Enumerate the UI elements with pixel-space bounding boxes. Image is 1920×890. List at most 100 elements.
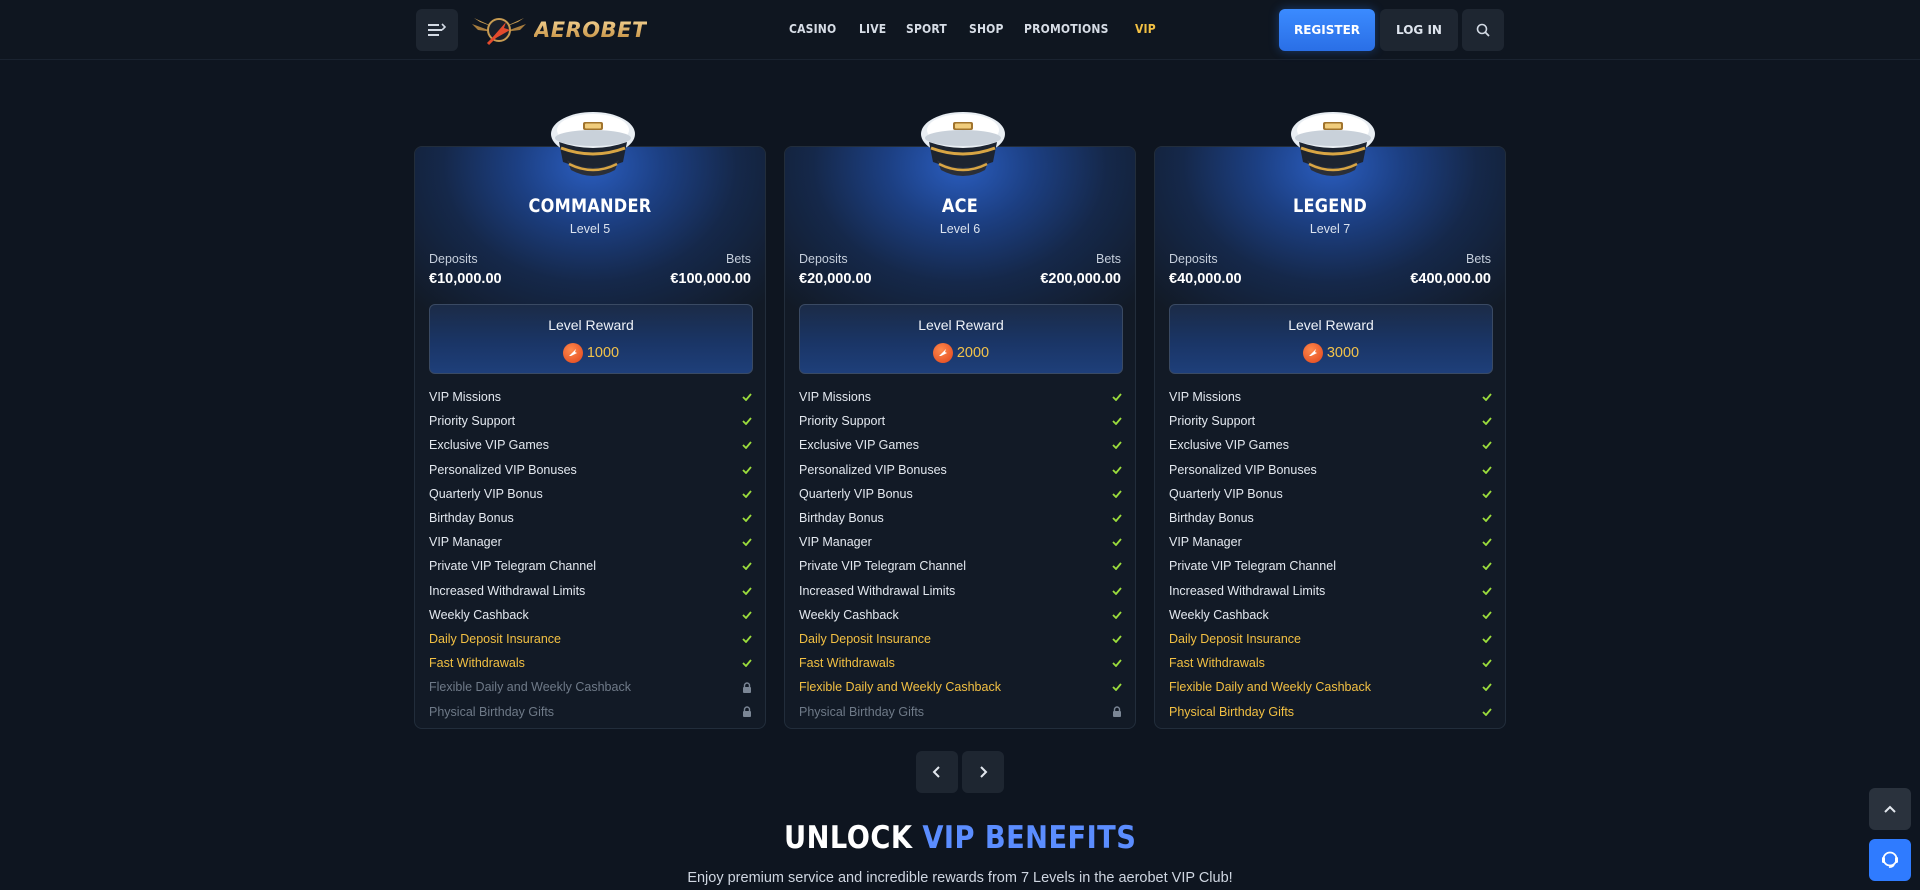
checkmark-icon xyxy=(1112,538,1122,547)
feature-label: VIP Missions xyxy=(429,390,502,405)
feature-label: Weekly Cashback xyxy=(429,607,529,622)
feature-label: VIP Manager xyxy=(429,535,502,550)
login-button[interactable]: LOG IN xyxy=(1380,9,1458,51)
tier-hat-image xyxy=(1285,104,1381,184)
feature-row: Priority Support xyxy=(799,409,1123,433)
feature-row: Birthday Bonus xyxy=(429,506,753,530)
feature-row: Private VIP Telegram Channel xyxy=(799,554,1123,578)
scroll-top-button[interactable] xyxy=(1869,788,1911,830)
live-chat-button[interactable] xyxy=(1869,839,1911,881)
feature-status xyxy=(1481,560,1493,572)
carousel-next-button[interactable] xyxy=(962,751,1004,793)
feature-label: Daily Deposit Insurance xyxy=(429,631,562,646)
tier-level: Level 5 xyxy=(569,222,611,236)
feature-status xyxy=(741,464,753,476)
vip-tier-card: COMMANDER Level 5 Deposits Bets €10,000.00 €1… xyxy=(414,146,766,729)
checkmark-icon xyxy=(1482,659,1492,668)
feature-status xyxy=(1481,415,1493,427)
lock-icon xyxy=(1113,706,1121,718)
level-reward-title: Level Reward xyxy=(918,317,1004,333)
feature-row: Exclusive VIP Games xyxy=(429,433,753,457)
nav-sport[interactable]: SPORT xyxy=(906,22,947,36)
checkmark-icon xyxy=(1112,417,1122,426)
feature-label: Weekly Cashback xyxy=(1169,607,1269,622)
feature-status xyxy=(1111,488,1123,500)
main-nav: CASINO LIVE SPORT SHOP PROMOTIONS VIP xyxy=(789,0,1158,58)
feature-status xyxy=(1481,488,1493,500)
feature-status xyxy=(1111,681,1123,693)
checkmark-icon xyxy=(742,441,752,450)
feature-label: Private VIP Telegram Channel xyxy=(1169,559,1336,574)
feature-row: Quarterly VIP Bonus xyxy=(429,482,753,506)
captain-hat-icon xyxy=(551,112,635,176)
feature-row: Flexible Daily and Weekly Cashback xyxy=(799,675,1123,699)
feature-row: Daily Deposit Insurance xyxy=(799,627,1123,651)
nav-live[interactable]: LIVE xyxy=(859,22,886,36)
lock-icon xyxy=(743,682,751,693)
feature-status xyxy=(741,609,753,621)
feature-status xyxy=(1111,609,1123,621)
tier-name: COMMANDER xyxy=(528,195,652,217)
checkmark-icon xyxy=(1112,441,1122,450)
reward-value: 1000 xyxy=(586,345,620,361)
lock-icon xyxy=(743,706,751,718)
deposits-value: €20,000.00 xyxy=(799,271,872,287)
feature-label: Daily Deposit Insurance xyxy=(799,631,932,646)
feature-row: Weekly Cashback xyxy=(1169,603,1493,627)
feature-status xyxy=(1481,439,1493,451)
menu-icon xyxy=(428,23,446,36)
nav-vip[interactable]: VIP xyxy=(1135,22,1156,36)
checkmark-icon xyxy=(1112,562,1122,571)
checkmark-icon xyxy=(742,417,752,426)
checkmark-icon xyxy=(1482,538,1492,547)
reward-value: 2000 xyxy=(956,345,990,361)
feature-label: Flexible Daily and Weekly Cashback xyxy=(429,680,631,695)
checkmark-icon xyxy=(1482,683,1492,692)
feature-row: Exclusive VIP Games xyxy=(1169,433,1493,457)
feature-status xyxy=(741,706,753,718)
checkmark-icon xyxy=(1482,635,1492,643)
search-button[interactable] xyxy=(1462,9,1504,51)
feature-label: VIP Manager xyxy=(1169,535,1242,550)
feature-row: Fast Withdrawals xyxy=(799,651,1123,675)
feature-status xyxy=(1111,512,1123,524)
feature-label: Exclusive VIP Games xyxy=(429,438,549,453)
logo-text: AEROBET xyxy=(534,18,647,42)
level-reward-amount: 3000 xyxy=(1170,343,1492,363)
reward-value: 3000 xyxy=(1326,345,1360,361)
feature-status xyxy=(1111,536,1123,548)
feature-label: Birthday Bonus xyxy=(799,511,884,526)
captain-hat-icon xyxy=(1291,112,1375,176)
feature-row: Daily Deposit Insurance xyxy=(1169,627,1493,651)
menu-button[interactable] xyxy=(416,9,458,51)
feature-status xyxy=(741,391,753,403)
feature-status xyxy=(1111,633,1123,645)
top-header: AEROBET CASINO LIVE SPORT SHOP PROMOTION… xyxy=(0,0,1920,60)
nav-promotions[interactable]: PROMOTIONS xyxy=(1024,22,1109,36)
tier-name: LEGEND xyxy=(1292,195,1368,217)
feature-label: Private VIP Telegram Channel xyxy=(799,559,966,574)
nav-casino[interactable]: CASINO xyxy=(789,22,836,36)
captain-hat-icon xyxy=(921,112,1005,176)
reward-coin-icon xyxy=(932,343,953,363)
checkmark-icon xyxy=(1482,514,1492,523)
checkmark-icon xyxy=(742,611,752,619)
level-reward-box: Level Reward 3000 xyxy=(1169,304,1493,374)
feature-label: Birthday Bonus xyxy=(1169,511,1254,526)
carousel-prev-button[interactable] xyxy=(916,751,958,793)
feature-label: VIP Missions xyxy=(799,390,872,405)
level-reward-amount: 1000 xyxy=(430,343,752,363)
feature-status xyxy=(1111,585,1123,597)
tier-name: ACE xyxy=(941,195,979,217)
feature-row: Flexible Daily and Weekly Cashback xyxy=(1169,675,1493,699)
feature-status xyxy=(1111,657,1123,669)
checkmark-icon xyxy=(742,659,752,668)
feature-status xyxy=(1481,609,1493,621)
register-button[interactable]: REGISTER xyxy=(1279,9,1375,51)
feature-row: Birthday Bonus xyxy=(799,506,1123,530)
nav-shop[interactable]: SHOP xyxy=(969,22,1004,36)
feature-list: VIP Missions Priority Support Exclusive VI… xyxy=(1169,385,1493,724)
aerobet-logo[interactable]: AEROBET xyxy=(470,8,647,52)
feature-status xyxy=(741,585,753,597)
feature-row: Quarterly VIP Bonus xyxy=(1169,482,1493,506)
